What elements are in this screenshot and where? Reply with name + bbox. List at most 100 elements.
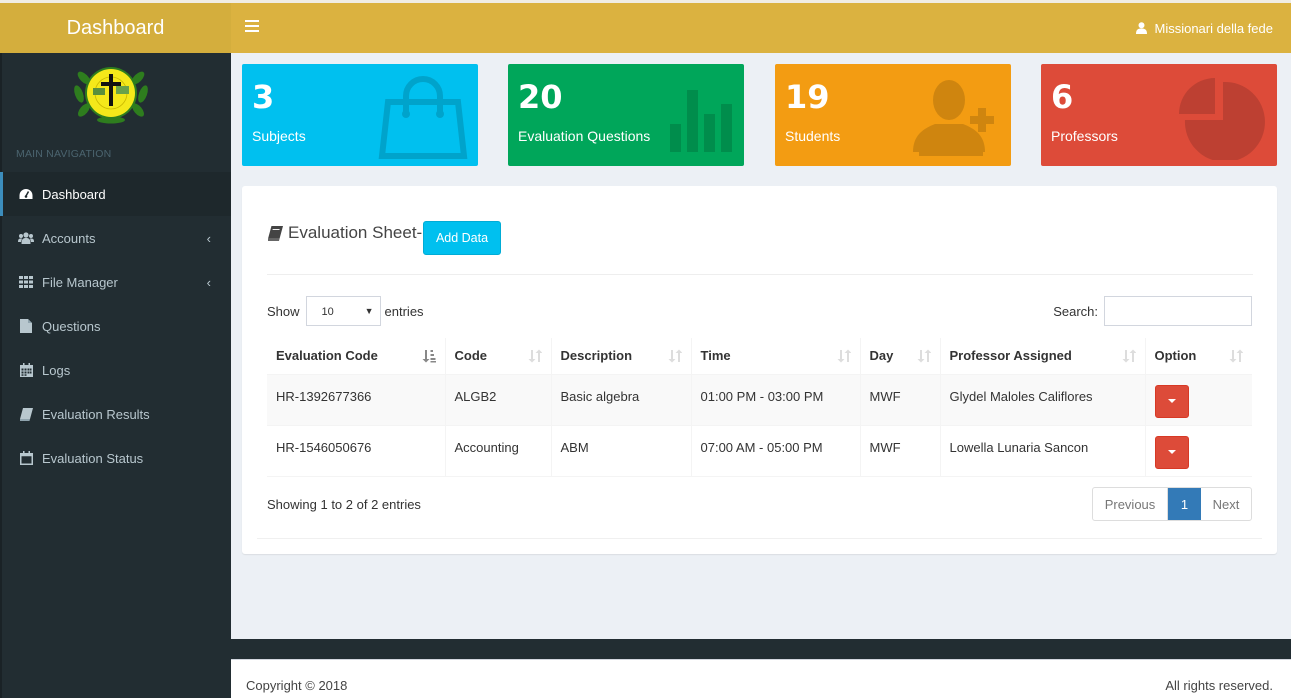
user-menu[interactable]: Missionari della fede bbox=[1136, 3, 1273, 53]
sidebar-item-file-manager[interactable]: File Manager ‹ bbox=[0, 260, 231, 304]
cell-option bbox=[1145, 424, 1252, 477]
stat-card-students[interactable]: 19 Students bbox=[775, 64, 1011, 166]
pagination-page-button[interactable]: 1 bbox=[1168, 488, 1201, 520]
grid-icon bbox=[18, 275, 34, 289]
column-header-day[interactable]: Day bbox=[860, 338, 941, 374]
footer: Copyright © 2018 All rights reserved. bbox=[231, 659, 1291, 698]
cell-day: MWF bbox=[860, 373, 941, 425]
cell-professor: Glydel Maloles Califlores bbox=[940, 373, 1146, 425]
calendar-empty-icon bbox=[18, 451, 34, 465]
search-label: Search: bbox=[1053, 303, 1098, 319]
pagination: Previous 1 Next bbox=[1092, 487, 1252, 521]
book-icon bbox=[18, 407, 34, 421]
sidebar-item-evaluation-status[interactable]: Evaluation Status bbox=[0, 436, 231, 480]
sort-both-icon bbox=[917, 349, 931, 363]
stat-label: Students bbox=[785, 128, 841, 144]
stat-card-subjects[interactable]: 3 Subjects bbox=[242, 64, 478, 166]
sidebar: MAIN NAVIGATION Dashboard Accounts ‹ Fil… bbox=[0, 53, 231, 698]
divider bbox=[257, 538, 1262, 539]
sidebar-toggle-icon[interactable] bbox=[245, 20, 259, 34]
add-data-button[interactable]: Add Data bbox=[423, 221, 501, 255]
search-input[interactable] bbox=[1104, 296, 1252, 326]
dropdown-arrow-icon: ▼ bbox=[364, 306, 374, 316]
rights-text: All rights reserved. bbox=[1165, 678, 1273, 693]
cell-code: Accounting bbox=[445, 424, 552, 477]
entries-per-page-value: 10 bbox=[321, 306, 334, 318]
entries-per-page-select[interactable]: 10 ▼ bbox=[305, 296, 381, 326]
copyright-text: Copyright © 2018 bbox=[246, 678, 348, 693]
evaluation-sheet-panel: Evaluation Sheet- Add Data Show 10 ▼ ent… bbox=[242, 186, 1277, 554]
chevron-left-icon: ‹ bbox=[206, 275, 211, 290]
user-icon bbox=[1136, 22, 1148, 34]
evaluation-table: Evaluation Code Code Description Time Da… bbox=[267, 338, 1252, 477]
stat-label: Professors bbox=[1051, 128, 1118, 144]
caret-down-icon bbox=[1167, 399, 1176, 403]
sort-both-icon bbox=[668, 349, 682, 363]
book-icon bbox=[268, 225, 283, 241]
sort-ascending-icon bbox=[422, 350, 436, 363]
pie-chart-icon bbox=[1179, 78, 1265, 160]
stat-label: Subjects bbox=[252, 128, 306, 144]
sidebar-item-label: Questions bbox=[42, 318, 101, 334]
table-search: Search: bbox=[1053, 296, 1252, 326]
cell-code: ALGB2 bbox=[445, 373, 552, 425]
entries-length-control: Show 10 ▼ entries bbox=[267, 296, 424, 326]
sidebar-item-label: Logs bbox=[42, 362, 71, 378]
panel-title: Evaluation Sheet- bbox=[267, 223, 422, 243]
cell-time: 07:00 AM - 05:00 PM bbox=[691, 424, 861, 477]
sidebar-menu: Dashboard Accounts ‹ File Manager ‹ Ques… bbox=[0, 172, 231, 480]
dashboard-icon bbox=[18, 187, 34, 201]
cell-evaluation-code: HR-1546050676 bbox=[267, 424, 446, 477]
nav-header: MAIN NAVIGATION bbox=[16, 148, 112, 160]
top-navbar: Missionari della fede bbox=[231, 3, 1291, 53]
user-add-icon bbox=[913, 80, 994, 156]
shopping-bag-icon bbox=[378, 76, 468, 159]
sidebar-item-evaluation-results[interactable]: Evaluation Results bbox=[0, 392, 231, 436]
pagination-next-button[interactable]: Next bbox=[1201, 488, 1251, 520]
sidebar-item-label: Evaluation Results bbox=[42, 406, 150, 422]
show-label: Show bbox=[267, 303, 300, 319]
stat-value: 3 bbox=[252, 78, 275, 116]
chevron-left-icon: ‹ bbox=[206, 231, 211, 246]
cell-description: Basic algebra bbox=[551, 373, 692, 425]
sidebar-item-logs[interactable]: Logs bbox=[0, 348, 231, 392]
sidebar-item-dashboard[interactable]: Dashboard bbox=[0, 172, 231, 216]
column-header-code[interactable]: Code bbox=[445, 338, 552, 374]
stat-value: 6 bbox=[1051, 78, 1074, 116]
sort-both-icon bbox=[837, 349, 851, 363]
column-header-time[interactable]: Time bbox=[691, 338, 861, 374]
user-name: Missionari della fede bbox=[1154, 20, 1273, 36]
main-content: 3 Subjects 20 Evaluation Questions 19 St… bbox=[231, 53, 1291, 639]
stat-card-professors[interactable]: 6 Professors bbox=[1041, 64, 1277, 166]
row-options-dropdown-button[interactable] bbox=[1154, 435, 1189, 469]
divider bbox=[267, 274, 1253, 275]
sidebar-item-label: Dashboard bbox=[42, 186, 106, 202]
sort-both-icon bbox=[1122, 349, 1136, 363]
caret-down-icon bbox=[1167, 450, 1176, 454]
stat-card-evaluation-questions[interactable]: 20 Evaluation Questions bbox=[508, 64, 744, 166]
table-row: HR-1546050676 Accounting ABM 07:00 AM - … bbox=[267, 424, 1252, 477]
users-icon bbox=[18, 231, 34, 245]
stat-value: 19 bbox=[785, 78, 830, 116]
cell-evaluation-code: HR-1392677366 bbox=[267, 373, 446, 425]
column-header-option[interactable]: Option bbox=[1145, 338, 1252, 374]
sidebar-item-label: Evaluation Status bbox=[42, 450, 144, 466]
sort-both-icon bbox=[1229, 349, 1243, 363]
brand-title: Dashboard bbox=[66, 16, 165, 39]
column-header-professor-assigned[interactable]: Professor Assigned bbox=[940, 338, 1146, 374]
pagination-previous-button[interactable]: Previous bbox=[1093, 488, 1168, 520]
column-header-evaluation-code[interactable]: Evaluation Code bbox=[267, 338, 446, 374]
sidebar-item-label: Accounts bbox=[42, 230, 96, 246]
row-options-dropdown-button[interactable] bbox=[1154, 384, 1189, 418]
table-header-row: Evaluation Code Code Description Time Da… bbox=[267, 338, 1252, 374]
sidebar-item-label: File Manager bbox=[42, 274, 118, 290]
dark-bar bbox=[231, 639, 1291, 659]
sidebar-item-questions[interactable]: Questions bbox=[0, 304, 231, 348]
stat-label: Evaluation Questions bbox=[518, 128, 651, 144]
sidebar-item-accounts[interactable]: Accounts ‹ bbox=[0, 216, 231, 260]
brand-logo[interactable]: Dashboard bbox=[0, 3, 231, 53]
cell-description: ABM bbox=[551, 424, 692, 477]
column-header-description[interactable]: Description bbox=[551, 338, 692, 374]
bar-chart-icon bbox=[670, 90, 732, 152]
panel-title-text: Evaluation Sheet- bbox=[288, 223, 423, 242]
